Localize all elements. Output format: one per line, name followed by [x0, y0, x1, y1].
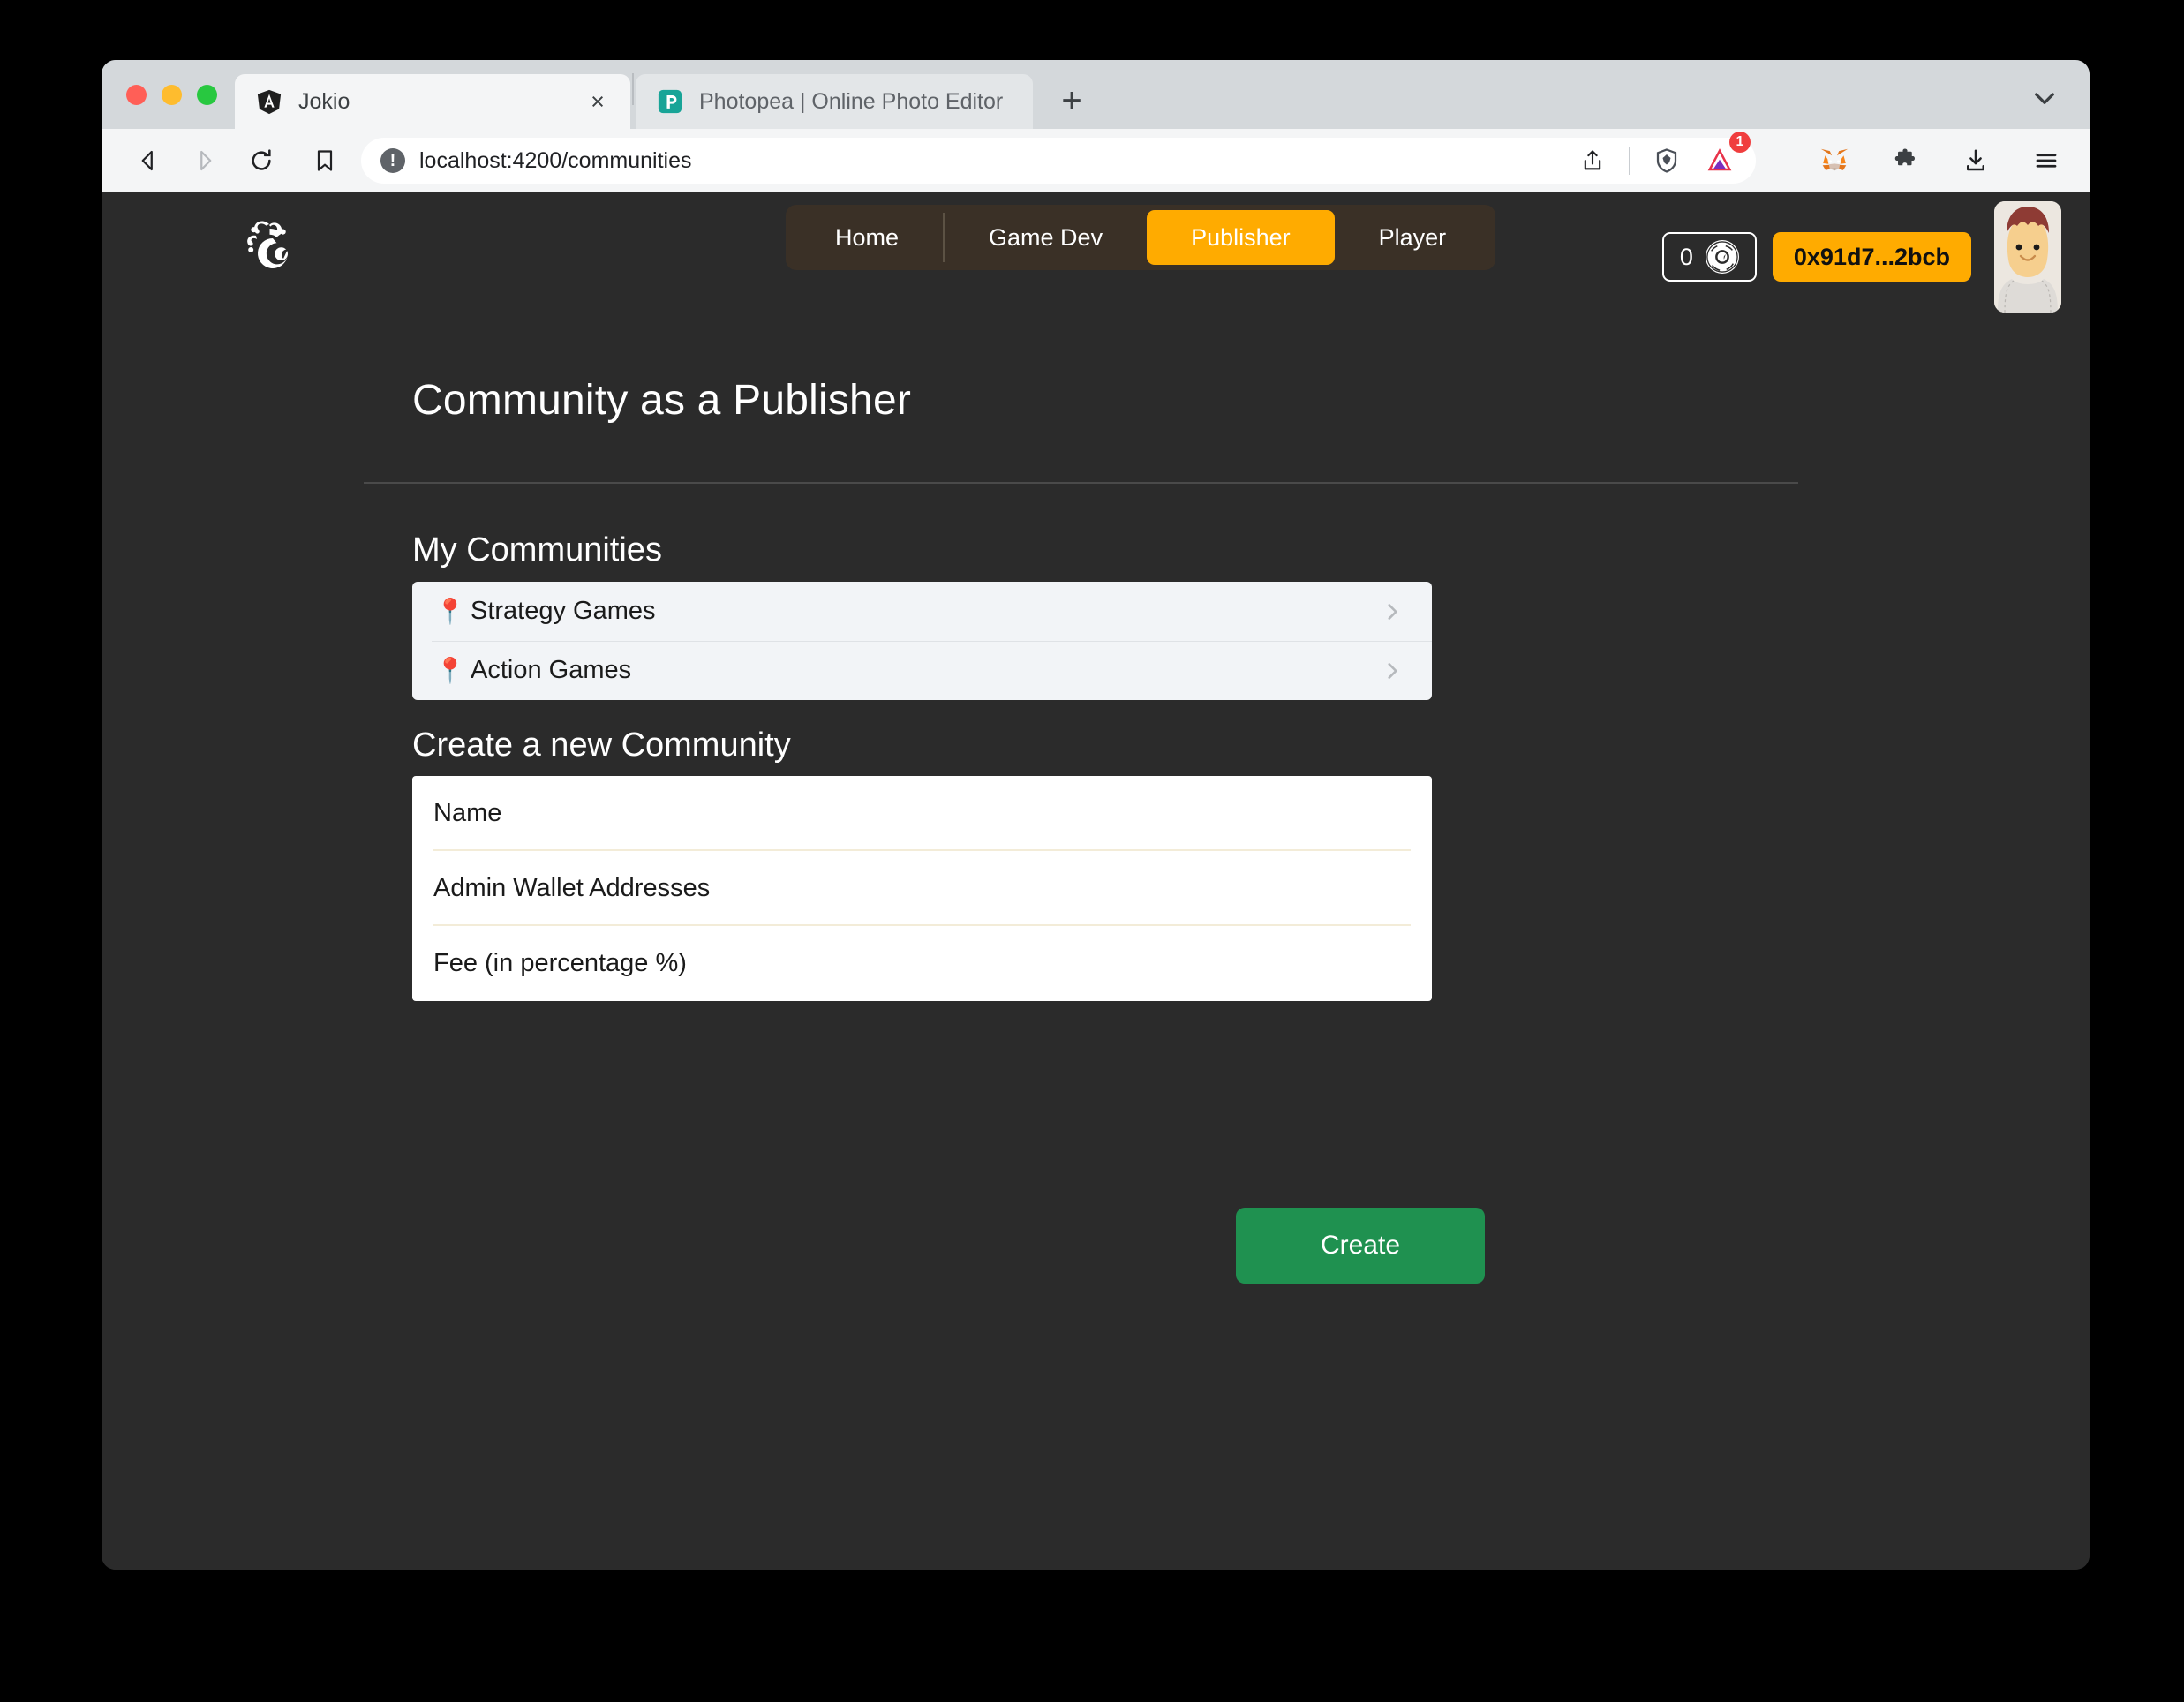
admin-wallet-addresses-field-row	[412, 851, 1432, 926]
close-window-button[interactable]	[126, 84, 147, 105]
app-navbar: Home Game Dev Publisher Player 0 0x91d7.…	[102, 192, 2090, 313]
name-input[interactable]	[433, 799, 1411, 828]
name-field-row	[412, 776, 1432, 851]
balance-chip[interactable]: 0	[1661, 232, 1757, 282]
metamask-fox-icon[interactable]	[1811, 137, 1858, 185]
omnibox-container: ! localhost:4200/communities 1	[301, 132, 1756, 185]
balance-amount: 0	[1679, 243, 1693, 270]
omnibox-actions: 1	[1569, 132, 1751, 185]
create-community-heading: Create a new Community	[412, 727, 791, 764]
chevron-right-icon[interactable]	[1379, 599, 1405, 625]
create-community-form	[412, 776, 1432, 1001]
rewards-badge: 1	[1729, 132, 1751, 153]
nav-tab-player[interactable]: Player	[1335, 210, 1491, 265]
jokio-jester-logo[interactable]	[243, 214, 310, 284]
hamburger-menu-icon[interactable]	[2022, 137, 2070, 185]
address-bar[interactable]: ! localhost:4200/communities 1	[361, 132, 1756, 185]
pin-icon: 📍	[434, 597, 466, 625]
reload-icon[interactable]	[237, 137, 285, 185]
create-button[interactable]: Create	[1236, 1208, 1485, 1284]
browser-tabstrip: Jokio × Photopea | Online Photo Editor +	[102, 60, 2090, 129]
my-communities-list: 📍 Strategy Games 📍 Action Games	[412, 582, 1432, 700]
bookmark-icon[interactable]	[301, 137, 349, 185]
wallet-address-button[interactable]: 0x91d7...2bcb	[1772, 232, 1971, 282]
tab-list-chevron-down-icon[interactable]	[2030, 83, 2060, 113]
browser-toolbar: ! localhost:4200/communities 1	[102, 129, 2090, 192]
admin-wallet-addresses-input[interactable]	[433, 874, 1411, 903]
browser-tab-jokio[interactable]: Jokio ×	[235, 74, 630, 129]
maximize-window-button[interactable]	[197, 84, 217, 105]
web-page: Home Game Dev Publisher Player 0 0x91d7.…	[102, 192, 2090, 1570]
close-icon[interactable]: ×	[584, 88, 611, 115]
browser-tab-photopea[interactable]: Photopea | Online Photo Editor	[636, 74, 1033, 129]
title-divider	[364, 482, 1798, 484]
browser-tab-title: Photopea | Online Photo Editor	[699, 88, 1004, 114]
browser-tab-title: Jokio	[298, 88, 350, 114]
url-text: localhost:4200/communities	[419, 147, 692, 173]
list-item[interactable]: 📍 Action Games	[412, 641, 1432, 700]
site-info-icon[interactable]: !	[380, 148, 405, 173]
list-item[interactable]: 📍 Strategy Games	[412, 582, 1432, 641]
window-traffic-lights	[102, 60, 235, 129]
extensions-puzzle-icon[interactable]	[1881, 137, 1929, 185]
brave-shield-icon[interactable]	[1643, 137, 1691, 185]
fee-field-row	[412, 926, 1432, 1001]
forward-arrow-icon	[181, 137, 229, 185]
fee-input[interactable]	[433, 949, 1411, 978]
pin-icon: 📍	[434, 656, 466, 684]
nav-tab-publisher[interactable]: Publisher	[1147, 210, 1335, 265]
back-arrow-icon[interactable]	[124, 137, 172, 185]
community-name: Action Games	[471, 656, 632, 684]
navbar-right-group: 0 0x91d7...2bcb	[1661, 201, 2061, 313]
downloads-icon[interactable]	[1952, 137, 1999, 185]
community-name: Strategy Games	[471, 597, 656, 625]
extensions-area	[1802, 137, 2070, 185]
tab-separator	[632, 73, 634, 105]
my-communities-heading: My Communities	[412, 531, 662, 569]
new-tab-button[interactable]: +	[1047, 76, 1096, 125]
minimize-window-button[interactable]	[162, 84, 182, 105]
photopea-icon	[657, 88, 683, 115]
app-nav-tabs: Home Game Dev Publisher Player	[786, 205, 1496, 270]
angular-icon	[256, 88, 282, 115]
user-avatar[interactable]	[1994, 201, 2061, 313]
chevron-right-icon[interactable]	[1379, 658, 1405, 684]
nav-tab-game-dev[interactable]: Game Dev	[945, 210, 1147, 265]
page-title: Community as a Publisher	[412, 377, 912, 424]
browser-window: Jokio × Photopea | Online Photo Editor +	[102, 60, 2090, 1570]
jokio-coin-icon	[1705, 240, 1739, 274]
omnibox-divider	[1629, 147, 1630, 175]
brave-rewards-icon[interactable]: 1	[1696, 132, 1751, 185]
share-icon[interactable]	[1569, 137, 1616, 185]
nav-tab-home[interactable]: Home	[791, 210, 943, 265]
